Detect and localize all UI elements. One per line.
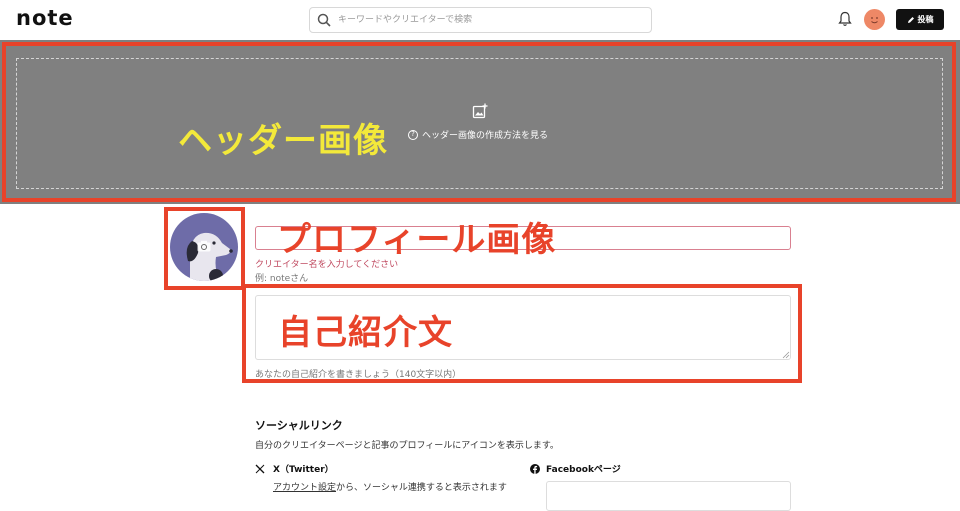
facebook-url-input[interactable] <box>546 481 791 511</box>
note-logo[interactable]: note <box>16 6 74 30</box>
name-example-text: 例: noteさん <box>255 274 309 284</box>
header-howto-label: ヘッダー画像の作成方法を見る <box>422 131 549 141</box>
header-annotation-label: ヘッダー画像 <box>178 121 388 161</box>
add-image-icon[interactable] <box>472 103 488 119</box>
user-avatar[interactable] <box>864 9 885 30</box>
x-logo-icon <box>255 464 265 473</box>
account-settings-link[interactable]: アカウント設定 <box>273 483 336 493</box>
pencil-icon <box>907 16 914 23</box>
facebook-label: Facebookページ <box>546 465 621 475</box>
top-bar: note 投稿 <box>0 0 960 40</box>
social-links-heading: ソーシャルリンク <box>255 419 343 432</box>
search-input[interactable] <box>338 11 638 29</box>
bell-icon[interactable] <box>838 11 852 27</box>
post-button[interactable]: 投稿 <box>896 9 944 30</box>
search-box[interactable] <box>309 7 652 33</box>
header-howto-link[interactable]: ? ヘッダー画像の作成方法を見る <box>408 128 548 141</box>
facebook-row: Facebookページ <box>530 462 621 475</box>
profile-annotation-label: プロフィール画像 <box>277 220 557 260</box>
social-links-description: 自分のクリエイターページと記事のプロフィールにアイコンを表示します。 <box>255 441 559 451</box>
post-button-label: 投稿 <box>917 15 934 24</box>
x-twitter-note: アカウント設定から、ソーシャル連携すると表示されます <box>273 481 513 495</box>
name-error-text: クリエイター名を入力してください <box>255 260 399 270</box>
bio-annotation-box <box>242 284 802 383</box>
x-twitter-note-text: から、ソーシャル連携すると表示されます <box>336 483 507 493</box>
header-dropzone[interactable] <box>16 58 943 189</box>
profile-annotation-box <box>164 207 245 290</box>
x-twitter-label: X（Twitter） <box>273 465 334 475</box>
x-twitter-row: X（Twitter） <box>255 462 334 475</box>
facebook-icon <box>530 463 540 474</box>
search-icon <box>317 13 331 27</box>
help-icon: ? <box>408 129 418 140</box>
smile-icon <box>871 17 878 24</box>
